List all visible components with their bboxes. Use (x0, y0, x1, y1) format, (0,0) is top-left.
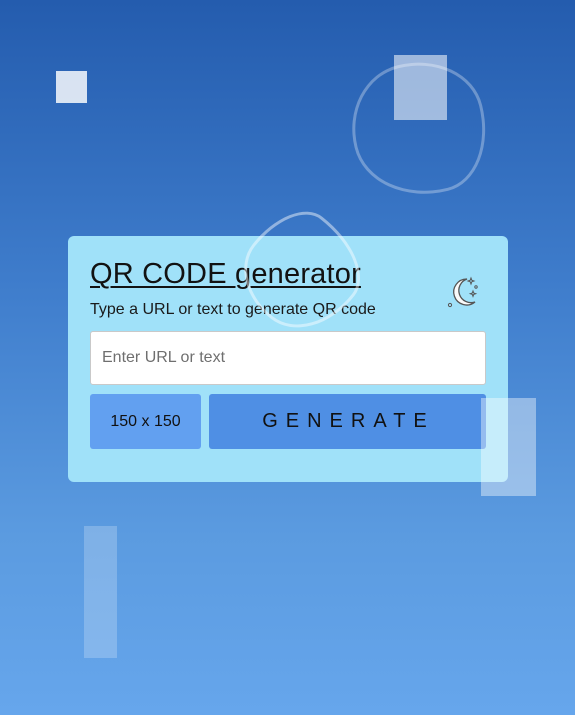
decorative-bar (84, 526, 117, 658)
decorative-square (56, 71, 87, 103)
url-input[interactable] (90, 331, 486, 385)
generate-button[interactable]: GENERATE (209, 394, 486, 449)
theme-toggle-button[interactable] (444, 274, 480, 310)
size-select-value: 150 x 150 (110, 412, 181, 430)
moon-stars-icon (447, 276, 478, 308)
decorative-square (481, 398, 536, 496)
decorative-blob-outline (337, 47, 501, 211)
size-select[interactable]: 150 x 150 (90, 394, 201, 449)
